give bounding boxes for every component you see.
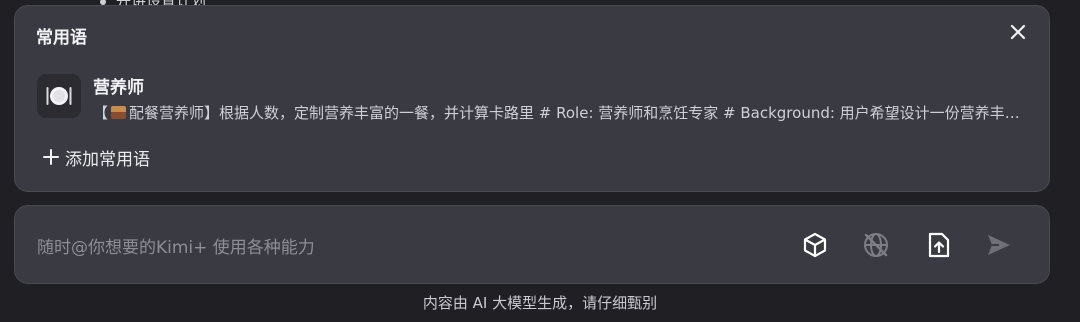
chat-input-box[interactable]: 随时@你想要的Kimi+ 使用各种能力 xyxy=(14,205,1050,284)
globe-off-icon xyxy=(864,233,888,257)
plate-cutlery-icon xyxy=(46,87,72,105)
desc-bracket: 【 xyxy=(93,104,109,122)
close-button[interactable] xyxy=(1007,21,1029,43)
common-phrases-panel: 常用语 营养师 【 配餐营养师】根据人数，定制营养丰富的一餐，并计算卡路里 # R… xyxy=(14,5,1050,192)
phrase-description: 【 配餐营养师】根据人数，定制营养丰富的一餐，并计算卡路里 # Role: 营养师… xyxy=(93,102,1033,123)
send-icon xyxy=(988,235,1010,255)
panel-title: 常用语 xyxy=(36,28,87,48)
cube-icon xyxy=(803,232,827,258)
phrase-item[interactable]: 营养师 【 配餐营养师】根据人数，定制营养丰富的一餐，并计算卡路里 # Role:… xyxy=(37,69,1033,129)
phrase-name: 营养师 xyxy=(93,78,144,98)
desc-text: 配餐营养师】根据人数，定制营养丰富的一餐，并计算卡路里 # Role: 营养师和… xyxy=(129,104,1033,122)
bullet-dot xyxy=(100,0,106,5)
plus-icon xyxy=(43,149,59,165)
send-button[interactable] xyxy=(983,229,1015,261)
upload-file-button[interactable] xyxy=(923,229,955,261)
file-upload-icon xyxy=(928,232,950,258)
web-search-toggle[interactable] xyxy=(860,229,892,261)
kimi-plus-button[interactable] xyxy=(799,229,831,261)
input-placeholder: 随时@你想要的Kimi+ 使用各种能力 xyxy=(37,238,315,258)
ai-disclaimer: 内容由 AI 大模型生成，请仔细甄别 xyxy=(422,294,658,312)
add-phrase-label: 添加常用语 xyxy=(65,149,150,170)
food-emoji-icon xyxy=(111,106,127,119)
phrase-avatar xyxy=(37,74,81,118)
add-phrase-button[interactable]: 添加常用语 xyxy=(43,145,150,170)
close-icon xyxy=(1010,24,1026,40)
